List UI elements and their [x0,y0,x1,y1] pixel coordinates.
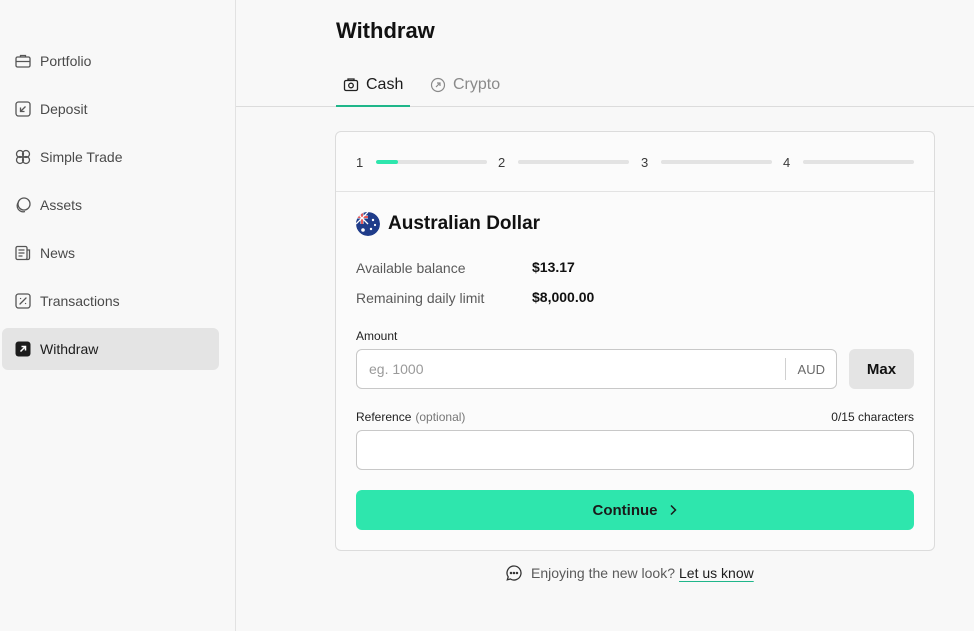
daily-limit-label: Remaining daily limit [356,290,485,306]
amount-input[interactable] [357,350,785,388]
max-button[interactable]: Max [849,349,914,389]
crypto-icon [430,77,446,93]
australia-flag-icon [356,212,380,236]
withdraw-card: 1 2 3 4 Australian Dollar Available bala… [335,131,935,551]
sidebar-item-label: Simple Trade [40,149,123,165]
reference-label-text: Reference [356,410,412,424]
step-number: 1 [356,155,364,170]
tab-cash[interactable]: Cash [336,64,410,107]
assets-circles-icon [14,196,32,214]
continue-label: Continue [592,501,658,519]
sidebar-item-news[interactable]: News [2,232,219,274]
page-title: Withdraw [336,18,435,43]
sidebar-item-assets[interactable]: Assets [2,184,219,226]
sidebar-item-deposit[interactable]: Deposit [2,88,219,130]
sidebar: Portfolio Deposit Simple Trade Assets Ne… [0,0,236,631]
step-number: 3 [641,155,649,170]
sidebar-item-simple-trade[interactable]: Simple Trade [2,136,219,178]
news-icon [14,244,32,262]
sidebar-item-label: News [40,245,76,261]
tab-bar: Cash Crypto [236,64,974,107]
sidebar-item-label: Portfolio [40,53,92,69]
sidebar-item-label: Assets [40,197,83,213]
sidebar-item-portfolio[interactable]: Portfolio [2,40,219,82]
reference-char-count: 0/15 characters [831,410,914,424]
daily-limit-value: $8,000.00 [532,289,595,305]
sidebar-item-withdraw[interactable]: Withdraw [2,328,219,370]
reference-label: Reference (optional) [356,410,465,424]
tab-label: Cash [366,76,404,93]
step-number: 2 [498,155,506,170]
chat-bubble-icon [505,564,523,582]
step-progress-bar [661,160,772,164]
cash-icon [343,77,359,93]
feedback-prompt: Enjoying the new look? Let us know [505,564,754,582]
step-progress-bar [803,160,914,164]
feedback-link[interactable]: Let us know [679,565,754,581]
sidebar-item-label: Transactions [40,293,120,309]
sidebar-item-transactions[interactable]: Transactions [2,280,219,322]
continue-button[interactable]: Continue [356,490,914,530]
step-progress-bar [376,160,487,164]
chevron-right-icon [668,504,678,516]
currency-name: Australian Dollar [388,213,541,234]
transactions-icon [14,292,32,310]
amount-field: AUD [356,349,837,389]
step-progress-fill [376,160,399,164]
withdraw-arrow-icon [14,340,32,358]
briefcase-icon [14,52,32,70]
feedback-text: Enjoying the new look? [531,565,675,581]
step-progress-bar [518,160,629,164]
available-balance-label: Available balance [356,260,466,276]
sidebar-item-label: Withdraw [40,341,99,357]
sidebar-item-label: Deposit [40,101,88,117]
currency-unit: AUD [797,361,825,377]
tab-crypto[interactable]: Crypto [430,64,500,106]
simple-trade-icon [14,148,32,166]
tab-label: Crypto [453,76,501,93]
available-balance-value: $13.17 [532,259,575,275]
step-number: 4 [783,155,791,170]
currency-header: Australian Dollar [356,212,540,236]
reference-field [356,430,914,470]
reference-input[interactable] [357,431,913,469]
deposit-arrow-icon [14,100,32,118]
stepper: 1 2 3 4 [336,132,934,192]
amount-label: Amount [356,329,398,343]
optional-hint: (optional) [415,410,466,424]
